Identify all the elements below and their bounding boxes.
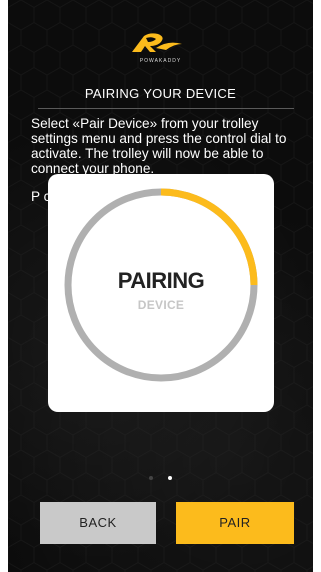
page-dot-2[interactable]	[167, 476, 172, 480]
pair-button[interactable]: PAIR	[176, 502, 294, 544]
app-screen: POWAKADDY PAIRING YOUR DEVICE Select «Pa…	[8, 0, 313, 572]
page-title: PAIRING YOUR DEVICE	[84, 86, 237, 101]
pairing-status-title: PAIRING	[117, 268, 205, 293]
page-dot-1[interactable]	[149, 476, 154, 480]
back-button[interactable]: BACK	[40, 502, 156, 544]
pairing-status-subtitle: DEVICE	[137, 298, 185, 312]
title-divider	[38, 108, 294, 109]
brand-name: POWAKADDY	[139, 58, 182, 64]
powakaddy-logo-icon	[8, 30, 313, 70]
pairing-modal: PAIRING DEVICE	[48, 174, 274, 412]
page-indicator	[8, 476, 313, 480]
instructions-paragraph-1: Select «Pair Device» from your trolley s…	[31, 116, 287, 176]
